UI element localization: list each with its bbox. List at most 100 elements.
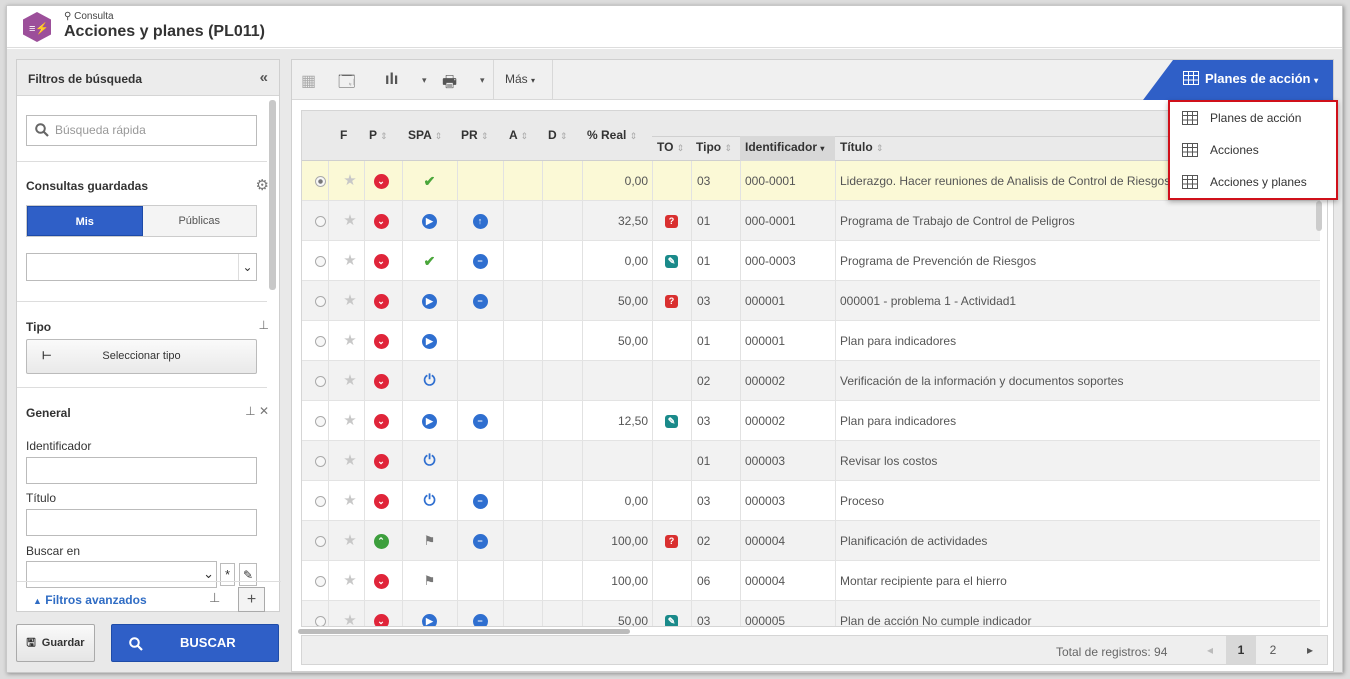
row-select-radio[interactable] [314, 336, 326, 348]
prev-page-icon[interactable]: ◂ [1195, 636, 1225, 664]
tab-mine[interactable]: Mis [27, 206, 143, 236]
asterisk-button[interactable]: * [220, 563, 235, 586]
identifier-field[interactable] [26, 457, 257, 484]
clear-filter-icon[interactable]: ⊥ [209, 590, 220, 606]
title-label: Título [26, 491, 57, 505]
chevron-down-icon[interactable]: ▾ [422, 75, 427, 86]
row-select-radio[interactable] [314, 416, 326, 428]
advanced-filters-link[interactable]: ▲ Filtros avanzados [33, 593, 147, 607]
divider [17, 581, 281, 582]
table-row[interactable]: ★ ⌄ ▶ − 50,00 ✎ 03 000005 Plan de acción No cump… [302, 601, 1320, 626]
search-button[interactable]: BUSCAR [111, 624, 279, 662]
row-radio-cell [310, 601, 330, 626]
page-2[interactable]: 2 [1258, 636, 1288, 664]
print-icon[interactable]: 🖶 [442, 71, 457, 98]
star-icon[interactable]: ★ [343, 252, 356, 269]
star-icon[interactable]: ★ [343, 532, 356, 549]
menu-item-action-plans[interactable]: Planes de acción [1170, 102, 1336, 134]
saved-queries-label: Consultas guardadas [26, 179, 149, 193]
row-select-radio[interactable] [314, 296, 326, 308]
row-select-radio[interactable] [314, 576, 326, 588]
row-select-radio[interactable] [314, 376, 326, 388]
star-icon[interactable]: ★ [343, 492, 356, 509]
horizontal-scrollbar[interactable] [298, 629, 630, 634]
row-select-radio[interactable] [314, 216, 326, 228]
to-cell [652, 481, 691, 521]
star-icon[interactable]: ★ [343, 332, 356, 349]
col-header-titulo[interactable]: Título ⇕ [840, 140, 884, 154]
divider [691, 521, 692, 560]
status-cell: ▶ [402, 281, 457, 321]
star-icon[interactable]: ★ [343, 412, 356, 429]
next-page-icon[interactable]: ▸ [1295, 636, 1325, 664]
row-radio-cell [310, 481, 330, 521]
col-header-a[interactable]: A ⇕ [509, 128, 528, 142]
chart-icon[interactable]: ılı [385, 71, 398, 89]
title-field[interactable] [26, 509, 257, 536]
double-chevron-left-icon[interactable]: « [260, 69, 268, 86]
col-header-spa[interactable]: SPA ⇕ [408, 128, 442, 142]
col-header-real[interactable]: % Real ⇕ [587, 128, 637, 142]
col-header-pr[interactable]: PR ⇕ [461, 128, 489, 142]
menu-item-actions-and-plans[interactable]: Acciones y planes [1170, 166, 1336, 198]
star-icon[interactable]: ★ [343, 372, 356, 389]
col-header-tipo[interactable]: Tipo ⇕ [696, 140, 732, 154]
gear-icon[interactable]: ⚙ [256, 176, 269, 194]
page-1[interactable]: 1 [1226, 636, 1256, 664]
tab-public[interactable]: Públicas [142, 206, 256, 236]
row-select-radio[interactable] [314, 496, 326, 508]
row-select-radio[interactable] [314, 456, 326, 468]
table-row[interactable]: ★ ⌄ ⏻ − 0,00 03 000003 Proceso [302, 481, 1320, 521]
filter-scrollbar[interactable] [269, 100, 276, 290]
table-row[interactable]: ★ ⌄ ✔ − 0,00 ✎ 01 000-0003 Programa de Prevenció… [302, 241, 1320, 281]
window: ≡⚡ ⚲ Consulta Acciones y planes (PL011) … [6, 5, 1343, 673]
favorite-cell: ★ [336, 481, 364, 521]
table-row[interactable]: ★ ⌄ ▶ ↑ 32,50? 01 000-0001 Programa de Trabajo … [302, 201, 1320, 241]
saved-query-select[interactable]: ⌄ [26, 253, 257, 281]
table-row[interactable]: ★ ⌄ ▶ − 50,00? 03 000001 000001 - problema 1 - … [302, 281, 1320, 321]
brush-icon[interactable]: ✎ [239, 563, 257, 586]
table-row[interactable]: ★ ⌄ ⏻ 01 000003 Revisar los costos [302, 441, 1320, 481]
col-header-d[interactable]: D ⇕ [548, 128, 568, 142]
favorite-cell: ★ [336, 361, 364, 401]
table-row[interactable]: ★ ⌄ ⚑ 100,00 06 000004 Montar recipiente para … [302, 561, 1320, 601]
row-select-radio[interactable] [314, 536, 326, 548]
grid-icon[interactable]: ▦ [301, 71, 316, 91]
table-row[interactable]: ★ ⌄ ▶ − 12,50 ✎ 03 000002 Plan para indicadores [302, 401, 1320, 441]
star-icon[interactable]: ★ [343, 452, 356, 469]
star-icon[interactable]: ★ [343, 292, 356, 309]
menu-item-actions[interactable]: Acciones [1170, 134, 1336, 166]
table-row[interactable]: ★ ⌄ ⏻ 02 000002 Verificación de la informació… [302, 361, 1320, 401]
save-button[interactable]: 🖫 Guardar [16, 624, 95, 662]
chevron-down-icon[interactable]: ▾ [480, 75, 485, 86]
star-icon[interactable]: ★ [343, 212, 356, 229]
to-cell: ✎ [652, 601, 691, 626]
col-header-f[interactable]: F [340, 128, 347, 142]
plus-icon[interactable]: + [238, 587, 265, 612]
row-select-radio[interactable] [314, 616, 326, 626]
table-row[interactable]: ★ ⌃ ⚑ − 100,00? 02 000004 Planificación de acti… [302, 521, 1320, 561]
action-plans-button[interactable]: Planes de acción ▾ [1143, 60, 1333, 100]
col-header-p[interactable]: P ⇕ [369, 128, 388, 142]
priority-cell: ⌄ [366, 401, 396, 441]
favorite-cell: ★ [336, 561, 364, 601]
col-header-identificador[interactable]: Identificador ▾ [745, 140, 824, 154]
divider [582, 241, 583, 280]
view-icon[interactable]: 🗔 [338, 71, 355, 98]
select-type-button[interactable]: ⊢ Seleccionar tipo [26, 339, 257, 374]
row-select-radio[interactable] [314, 176, 326, 188]
more-menu[interactable]: Más ▾ [505, 72, 535, 86]
star-icon[interactable]: ★ [343, 172, 356, 189]
priority-cell: ⌄ [366, 201, 396, 241]
star-icon[interactable]: ★ [343, 612, 356, 626]
clear-filter-icon[interactable]: ⊥ [259, 318, 269, 332]
to-cell [652, 561, 691, 601]
col-header-to[interactable]: TO ⇕ [657, 140, 684, 154]
row-select-radio[interactable] [314, 256, 326, 268]
quick-search-input[interactable]: Búsqueda rápida [26, 115, 257, 146]
table-row[interactable]: ★ ⌄ ▶ 50,00 01 000001 Plan para indicadores [302, 321, 1320, 361]
clear-filter-icon[interactable]: ⊥ ✕ [245, 404, 269, 418]
search-in-select[interactable]: ⌄ [26, 561, 217, 588]
vertical-scrollbar[interactable] [1316, 201, 1322, 231]
star-icon[interactable]: ★ [343, 572, 356, 589]
